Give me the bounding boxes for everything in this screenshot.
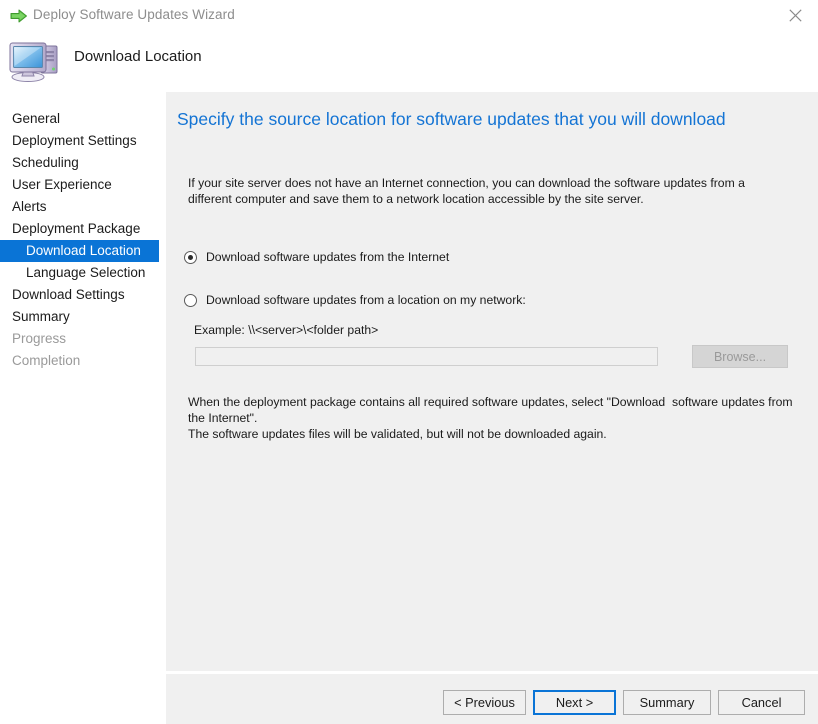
sidebar-item-scheduling[interactable]: Scheduling (0, 152, 161, 174)
computer-icon (8, 37, 62, 85)
title-bar: Deploy Software Updates Wizard (0, 0, 818, 32)
sidebar-item-download-settings[interactable]: Download Settings (0, 284, 161, 306)
sidebar-item-deployment-package[interactable]: Deployment Package (0, 218, 161, 240)
note-text: When the deployment package contains all… (188, 395, 793, 441)
next-button[interactable]: Next > (533, 690, 616, 715)
previous-button[interactable]: < Previous (443, 690, 526, 715)
browse-button[interactable]: Browse... (692, 345, 788, 368)
radio-network-icon[interactable] (184, 294, 197, 307)
sidebar-item-completion: Completion (12, 353, 81, 368)
close-icon[interactable] (772, 0, 818, 31)
green-right-arrow-icon (10, 8, 28, 24)
sidebar-item-alerts[interactable]: Alerts (0, 196, 161, 218)
network-path-input[interactable] (195, 347, 658, 366)
intro-text: If your site server does not have an Int… (188, 176, 745, 206)
summary-button[interactable]: Summary (623, 690, 711, 715)
sidebar-item-user-experience[interactable]: User Experience (0, 174, 161, 196)
radio-internet-label: Download software updates from the Inter… (206, 250, 450, 264)
sidebar-item-deployment-settings[interactable]: Deployment Settings (0, 130, 161, 152)
page-title: Download Location (74, 48, 202, 65)
content-panel: Specify the source location for software… (166, 92, 818, 671)
sidebar-item-summary[interactable]: Summary (0, 306, 161, 328)
sidebar-item-progress: Progress (12, 331, 67, 346)
wizard-window: Deploy Software Updates Wizard Download … (0, 0, 818, 724)
wizard-header: Download Location (0, 32, 818, 92)
radio-internet-icon[interactable] (184, 251, 197, 264)
footer-bar: < Previous Next > Summary Cancel (166, 674, 818, 724)
radio-network-label: Download software updates from a locatio… (206, 293, 526, 307)
content-heading: Specify the source location for software… (177, 109, 726, 129)
wizard-step-nav: General Deployment Settings Scheduling U… (0, 92, 161, 724)
sidebar-item-general[interactable]: General (0, 108, 161, 130)
window-title: Deploy Software Updates Wizard (33, 7, 235, 22)
radio-option-internet[interactable]: Download software updates from the Inter… (184, 250, 449, 264)
sidebar-item-download-location[interactable]: Download Location (0, 240, 159, 262)
radio-option-network[interactable]: Download software updates from a locatio… (184, 293, 526, 307)
example-path-label: Example: \\<server>\<folder path> (194, 323, 379, 337)
cancel-button[interactable]: Cancel (718, 690, 805, 715)
sidebar-item-language-selection[interactable]: Language Selection (0, 262, 161, 284)
